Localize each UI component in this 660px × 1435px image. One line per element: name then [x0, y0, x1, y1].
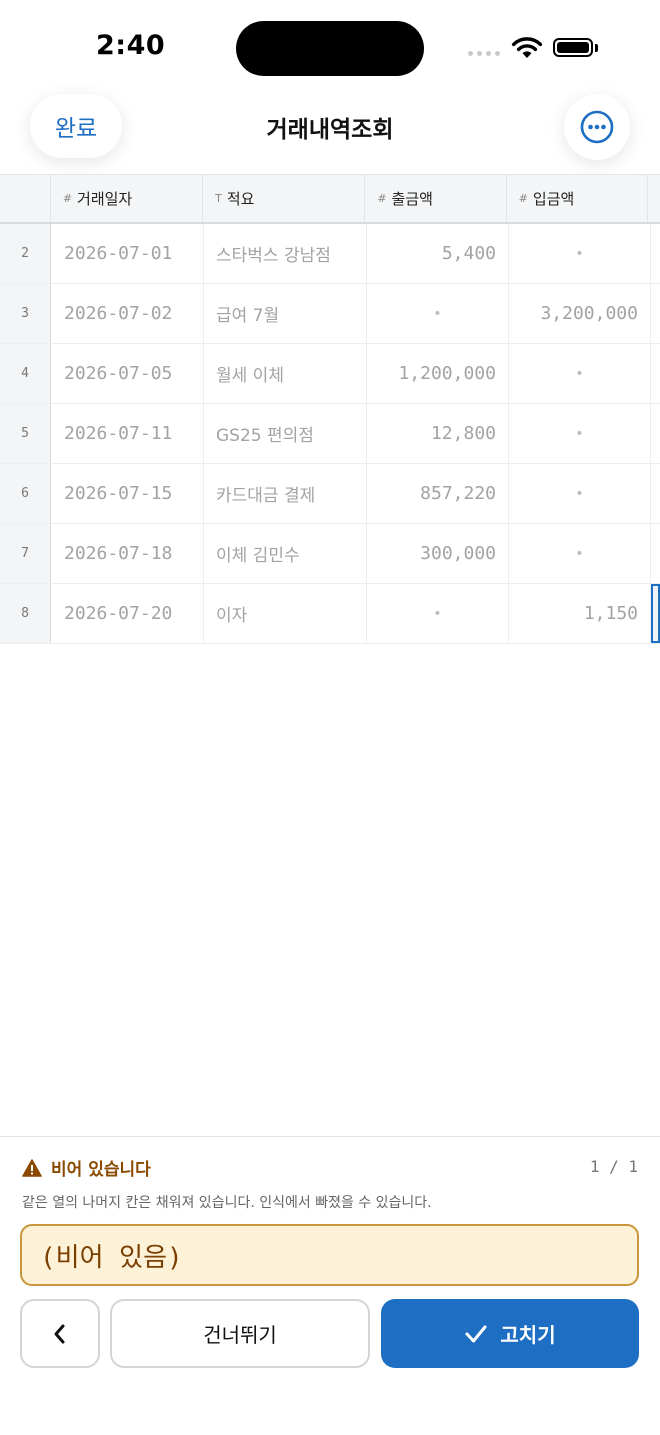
issue-description: 같은 열의 나머지 칸은 채워져 있습니다. 인식에서 빠졌을 수 있습니다. — [22, 1195, 432, 1211]
fix-label: 고치기 — [500, 1323, 556, 1347]
deposit-cell[interactable]: • — [509, 524, 651, 583]
deposit-cell[interactable]: 3,200,000 — [509, 284, 651, 343]
row-number: 6 — [0, 464, 51, 523]
table-row: 8 2026-07-20 이자 • 1,150 — [0, 584, 660, 644]
withdrawal-cell[interactable]: 5,400 — [367, 224, 509, 283]
more-button[interactable] — [564, 94, 630, 160]
table-row: 4 2026-07-05 월세 이체 1,200,000 • — [0, 344, 660, 404]
issue-panel: 비어 있습니다 1 / 1 같은 열의 나머지 칸은 채워져 있습니다. 인식에… — [0, 1136, 660, 1435]
row-number: 3 — [0, 284, 51, 343]
corner-header — [0, 175, 51, 222]
date-cell[interactable]: 2026-07-01 — [51, 224, 204, 283]
page-title: 거래내역조회 — [266, 117, 394, 143]
table-row: 7 2026-07-18 이체 김민수 300,000 • — [0, 524, 660, 584]
date-cell[interactable]: 2026-07-18 — [51, 524, 204, 583]
dynamic-island — [236, 21, 424, 76]
withdrawal-cell[interactable]: 300,000 — [367, 524, 509, 583]
row-number: 7 — [0, 524, 51, 583]
table-row: 3 2026-07-02 급여 7월 • 3,200,000 — [0, 284, 660, 344]
memo-cell[interactable]: 스타벅스 강남점 — [204, 224, 367, 283]
selected-empty-cell[interactable] — [651, 584, 660, 643]
transaction-table: # 거래일자 T 적요 # 출금액 # 입금액 2 2026-07-01 스타벅스 강남… — [0, 174, 660, 644]
row-number: 4 — [0, 344, 51, 403]
memo-cell[interactable]: 이체 김민수 — [204, 524, 367, 583]
date-cell[interactable]: 2026-07-11 — [51, 404, 204, 463]
date-cell[interactable]: 2026-07-15 — [51, 464, 204, 523]
battery-tip — [595, 44, 598, 52]
wifi-icon — [511, 37, 543, 58]
issue-counter: 1 / 1 — [589, 1157, 638, 1176]
memo-cell[interactable]: 급여 7월 — [204, 284, 367, 343]
column-header-withdrawal[interactable]: # 출금액 — [365, 175, 507, 222]
fix-button[interactable]: 고치기 — [381, 1299, 639, 1368]
table-row: 5 2026-07-11 GS25 편의점 12,800 • — [0, 404, 660, 464]
extra-cell[interactable] — [651, 404, 660, 463]
memo-cell[interactable]: GS25 편의점 — [204, 404, 367, 463]
column-header-memo[interactable]: T 적요 — [203, 175, 366, 222]
status-bar: 2:40 — [0, 0, 660, 96]
deposit-cell[interactable]: • — [509, 404, 651, 463]
date-cell[interactable]: 2026-07-20 — [51, 584, 204, 643]
date-cell[interactable]: 2026-07-02 — [51, 284, 204, 343]
column-header-deposit[interactable]: # 입금액 — [507, 175, 649, 222]
extra-cell[interactable] — [651, 524, 660, 583]
table-row: 2 2026-07-01 스타벅스 강남점 5,400 • — [0, 224, 660, 284]
withdrawal-cell[interactable]: 12,800 — [367, 404, 509, 463]
skip-button[interactable]: 건너뛰기 — [110, 1299, 370, 1368]
deposit-cell[interactable]: • — [509, 344, 651, 403]
previous-button[interactable] — [20, 1299, 100, 1368]
date-cell[interactable]: 2026-07-05 — [51, 344, 204, 403]
extra-cell[interactable] — [651, 464, 660, 523]
chevron-left-icon — [54, 1324, 65, 1343]
warning-triangle-icon — [22, 1158, 42, 1177]
checkmark-icon — [465, 1325, 487, 1342]
column-header-extra — [648, 175, 660, 222]
memo-cell[interactable]: 이자 — [204, 584, 367, 643]
battery-icon — [553, 38, 593, 57]
issue-header: 비어 있습니다 — [22, 1155, 151, 1180]
withdrawal-cell[interactable]: • — [367, 284, 509, 343]
deposit-cell[interactable]: • — [509, 464, 651, 523]
row-number: 2 — [0, 224, 51, 283]
deposit-cell[interactable]: • — [509, 224, 651, 283]
table-header: # 거래일자 T 적요 # 출금액 # 입금액 — [0, 174, 660, 224]
row-number: 8 — [0, 584, 51, 643]
memo-cell[interactable]: 카드대금 결제 — [204, 464, 367, 523]
column-header-date[interactable]: # 거래일자 — [51, 175, 204, 222]
table-row: 6 2026-07-15 카드대금 결제 857,220 • — [0, 464, 660, 524]
cell-value-field[interactable]: (비어 있음) — [20, 1224, 639, 1286]
withdrawal-cell[interactable]: 1,200,000 — [367, 344, 509, 403]
extra-cell[interactable] — [651, 224, 660, 283]
withdrawal-cell[interactable]: • — [367, 584, 509, 643]
extra-cell[interactable] — [651, 344, 660, 403]
status-time: 2:40 — [96, 30, 166, 61]
row-number: 5 — [0, 404, 51, 463]
cellular-signal-icon — [468, 51, 500, 56]
extra-cell[interactable] — [651, 284, 660, 343]
ellipsis-circle-icon — [580, 110, 614, 144]
memo-cell[interactable]: 월세 이체 — [204, 344, 367, 403]
issue-title: 비어 있습니다 — [51, 1160, 151, 1180]
withdrawal-cell[interactable]: 857,220 — [367, 464, 509, 523]
deposit-cell[interactable]: 1,150 — [509, 584, 651, 643]
